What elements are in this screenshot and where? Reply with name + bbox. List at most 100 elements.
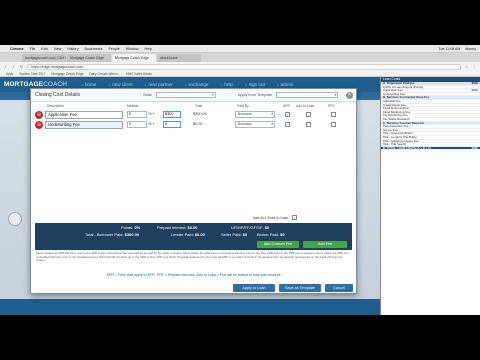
prev-arrow-icon[interactable] (8, 212, 22, 226)
app-footer (0, 299, 380, 315)
menu-people[interactable]: People (109, 47, 120, 51)
sheet-row-label: D. TOTAL LOAN COSTS (A + B + C) (383, 145, 432, 150)
fee-total: $300.00 (193, 112, 207, 116)
prepaid-summary: Prepaid Interest: $0.00 (157, 225, 198, 230)
points-summary: Points: 0% (121, 225, 141, 230)
dialog-title: Closing Cost Details (35, 92, 81, 98)
add-to-loan-checkbox[interactable] (306, 112, 311, 117)
col-apr: APR (283, 104, 290, 108)
fee-row: ⊖ Application Fee 0 % + $300 $300.00 Bor… (35, 110, 345, 120)
menu-edit[interactable]: Edit (41, 47, 47, 51)
screen: Chrome File Edit View History Bookmarks … (0, 45, 480, 315)
apr-note: Items marked as APR will carry over to t… (36, 251, 349, 263)
bookmark[interactable]: HMC Sales Admin (126, 72, 152, 76)
browser-tabs: mortgagecoach.com | Get The Best Mortgag… (0, 53, 480, 62)
total-borrower-paid: Total - Borrower Paid: $300.00 (85, 232, 140, 237)
browser-tab-active[interactable]: Mortgage Coach Edge (112, 54, 156, 62)
reload-icon[interactable]: ↻ (19, 64, 24, 69)
clock: Tue 11:08 AM (438, 46, 461, 51)
browser-tab[interactable]: about:blank (157, 54, 201, 62)
column-headers: Description Method Total Paid By APR Add… (31, 103, 356, 109)
col-total: Total (195, 104, 203, 108)
nav-admin[interactable]: admin (277, 82, 294, 87)
fee-amount-input[interactable]: 0 (163, 121, 181, 128)
ufmip-summary: UFMIP/FF/GF/SF: $0 (231, 225, 270, 230)
template-label: Apply from Template (237, 93, 273, 97)
browser-toolbar: ‹ › ↻ https://edge.mortgagecoach.com ☆ ⋮ (0, 62, 480, 71)
browser-tab[interactable]: mortgagecoach.com | Get The Best (22, 54, 66, 62)
nav-new-partner[interactable]: new partner (145, 82, 172, 87)
sheet-row[interactable]: D. TOTAL LOAN COSTS (A + B + C) $300 (381, 145, 480, 151)
bookmark[interactable]: Mortgage Coach Edge (52, 72, 84, 76)
app-logo[interactable]: MORTGAGECOACH (4, 81, 67, 88)
add-all-to-loan[interactable]: Add ALL Fees to Loan (253, 214, 298, 220)
nav-sign-out[interactable]: sign out (245, 82, 265, 87)
menu-file[interactable]: File (30, 47, 36, 51)
sheet-row-value: $300 (471, 88, 478, 93)
menu-window[interactable]: Window (126, 47, 139, 51)
col-ppe: PPE (328, 104, 335, 108)
back-icon[interactable]: ‹ (3, 64, 8, 69)
col-description: Description (47, 104, 64, 108)
apply-to-loan-button[interactable]: Apply to Loan (233, 284, 275, 292)
paid-by-select[interactable]: Borrower (235, 111, 275, 118)
bookmark[interactable]: Daily Growth Webin... (89, 72, 120, 76)
fee-legend: APR = Fees that apply to APR. PPE = Prep… (106, 273, 281, 277)
mac-menubar: Chrome File Edit View History Bookmarks … (0, 45, 480, 53)
state-select[interactable] (155, 92, 216, 98)
browser-tab[interactable]: Mortgage Coach Edge (67, 54, 111, 62)
fee-percent-input[interactable]: 0 (127, 121, 147, 128)
fee-name-input[interactable]: Application Fee (45, 111, 123, 119)
add-all-checkbox[interactable] (292, 215, 298, 220)
seller-paid: Seller Paid: $0 (221, 232, 248, 237)
cancel-button[interactable]: Cancel (325, 284, 353, 292)
fee-row: ⊖ Underwriting Fee 0 % + 0 $0.00 Borrowe… (35, 120, 345, 130)
fee-percent-label: % + (148, 122, 155, 126)
fee-name-input[interactable]: Underwriting Fee (45, 121, 123, 129)
forward-icon[interactable]: › (11, 64, 16, 69)
loan-cost-sheet: Loan Costs A. Origination Charges $300 0.0… (380, 77, 480, 315)
ppe-checkbox[interactable] (331, 112, 336, 117)
menu-chrome[interactable]: Chrome (10, 47, 24, 51)
lender-paid: Lender Paid: $0.00 (171, 232, 205, 237)
close-icon[interactable]: × (346, 92, 353, 99)
add-custom-fee-button[interactable]: Add Custom Fee (257, 241, 299, 248)
nav-help[interactable]: help (220, 82, 233, 87)
template-select[interactable] (276, 92, 339, 98)
fee-percent-label: % + (148, 112, 155, 116)
sheet-row-value: $300 (471, 145, 478, 150)
add-all-label: Add ALL Fees to Loan (253, 216, 289, 220)
add-fee-button[interactable]: Add Fee (303, 241, 347, 248)
star-icon[interactable]: ☆ (464, 64, 469, 69)
closing-cost-dialog: Closing Cost Details State Apply from Te… (30, 88, 357, 294)
app-nav: home new client new partner exchange hel… (81, 82, 293, 87)
menu-help[interactable]: Help (145, 47, 152, 51)
nav-new-client[interactable]: new client (108, 82, 132, 87)
menu-icon[interactable]: ⋮ (472, 64, 477, 69)
menu-history[interactable]: History (67, 47, 78, 51)
nav-home[interactable]: home (81, 82, 97, 87)
remove-fee-icon[interactable]: ⊖ (35, 111, 43, 119)
state-label: State (143, 93, 152, 97)
url-bar[interactable]: https://edge.mortgagecoach.com (27, 63, 461, 70)
cost-summary: Points: 0% Prepaid Interest: $0.00 UFMIP… (35, 223, 352, 250)
nav-exchange[interactable]: exchange (185, 82, 209, 87)
menu-bookmarks[interactable]: Bookmarks (85, 47, 103, 51)
apr-checkbox[interactable]: ✓ (285, 112, 290, 117)
user-name[interactable]: dlenny (465, 47, 476, 51)
add-to-loan-checkbox[interactable] (306, 122, 311, 127)
fee-amount-input[interactable]: $300 (163, 111, 181, 118)
remove-fee-icon[interactable]: ⊖ (35, 121, 43, 129)
bookmark[interactable]: System Start 2017 (19, 72, 45, 76)
fee-percent-input[interactable]: 0 (127, 111, 147, 118)
apr-checkbox[interactable] (285, 122, 290, 127)
save-as-template-button[interactable]: Save as Template (279, 284, 321, 292)
bookmark[interactable]: Apps (6, 72, 13, 76)
menu-view[interactable]: View (54, 47, 62, 51)
col-add-to-loan: Add to Loan (296, 104, 315, 108)
ppe-checkbox[interactable] (331, 122, 336, 127)
paid-by-select[interactable]: Borrower (235, 121, 275, 128)
col-method: Method (127, 104, 139, 108)
sheet-row-value: $300 (471, 81, 478, 85)
broker-paid: Broker Paid: $0 (257, 232, 285, 237)
